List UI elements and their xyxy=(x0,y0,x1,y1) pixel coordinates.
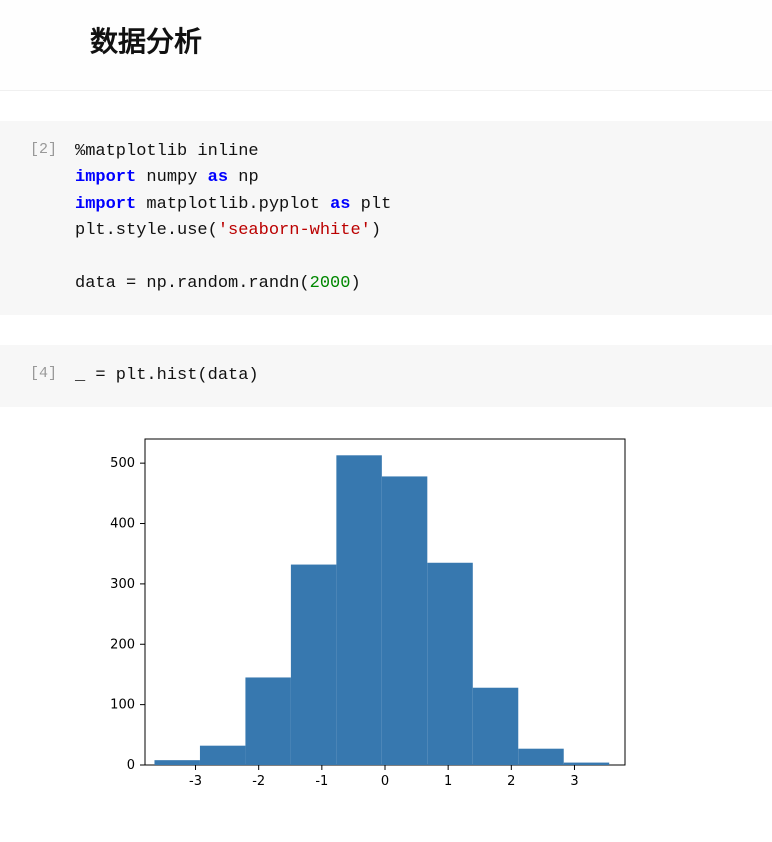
code-cell-2[interactable]: [2] %matplotlib inline import numpy as n… xyxy=(0,121,772,315)
execution-count: [2] xyxy=(20,139,75,158)
svg-text:0: 0 xyxy=(127,758,135,773)
markdown-cell: 数据分析 xyxy=(0,0,772,91)
svg-text:100: 100 xyxy=(110,698,135,713)
svg-text:300: 300 xyxy=(110,577,135,592)
page-title: 数据分析 xyxy=(90,20,752,60)
chart-svg: 0 100 200 300 400 500 -3 -2 -1 0 1 2 3 xyxy=(90,427,640,797)
svg-text:500: 500 xyxy=(110,457,135,472)
svg-text:-3: -3 xyxy=(189,774,202,789)
svg-text:0: 0 xyxy=(381,774,389,789)
output-area: 0 100 200 300 400 500 -3 -2 -1 0 1 2 3 xyxy=(0,407,772,797)
code-cell-4[interactable]: [4] _ = plt.hist(data) xyxy=(0,345,772,407)
svg-text:1: 1 xyxy=(444,774,452,789)
svg-text:400: 400 xyxy=(110,517,135,532)
svg-text:-2: -2 xyxy=(252,774,265,789)
code-input[interactable]: _ = plt.hist(data) xyxy=(75,363,752,389)
code-input[interactable]: %matplotlib inline import numpy as np im… xyxy=(75,139,752,297)
svg-text:2: 2 xyxy=(507,774,515,789)
svg-text:3: 3 xyxy=(570,774,578,789)
svg-text:-1: -1 xyxy=(315,774,328,789)
histogram-chart: 0 100 200 300 400 500 -3 -2 -1 0 1 2 3 xyxy=(90,427,640,797)
svg-text:200: 200 xyxy=(110,638,135,653)
execution-count: [4] xyxy=(20,363,75,382)
